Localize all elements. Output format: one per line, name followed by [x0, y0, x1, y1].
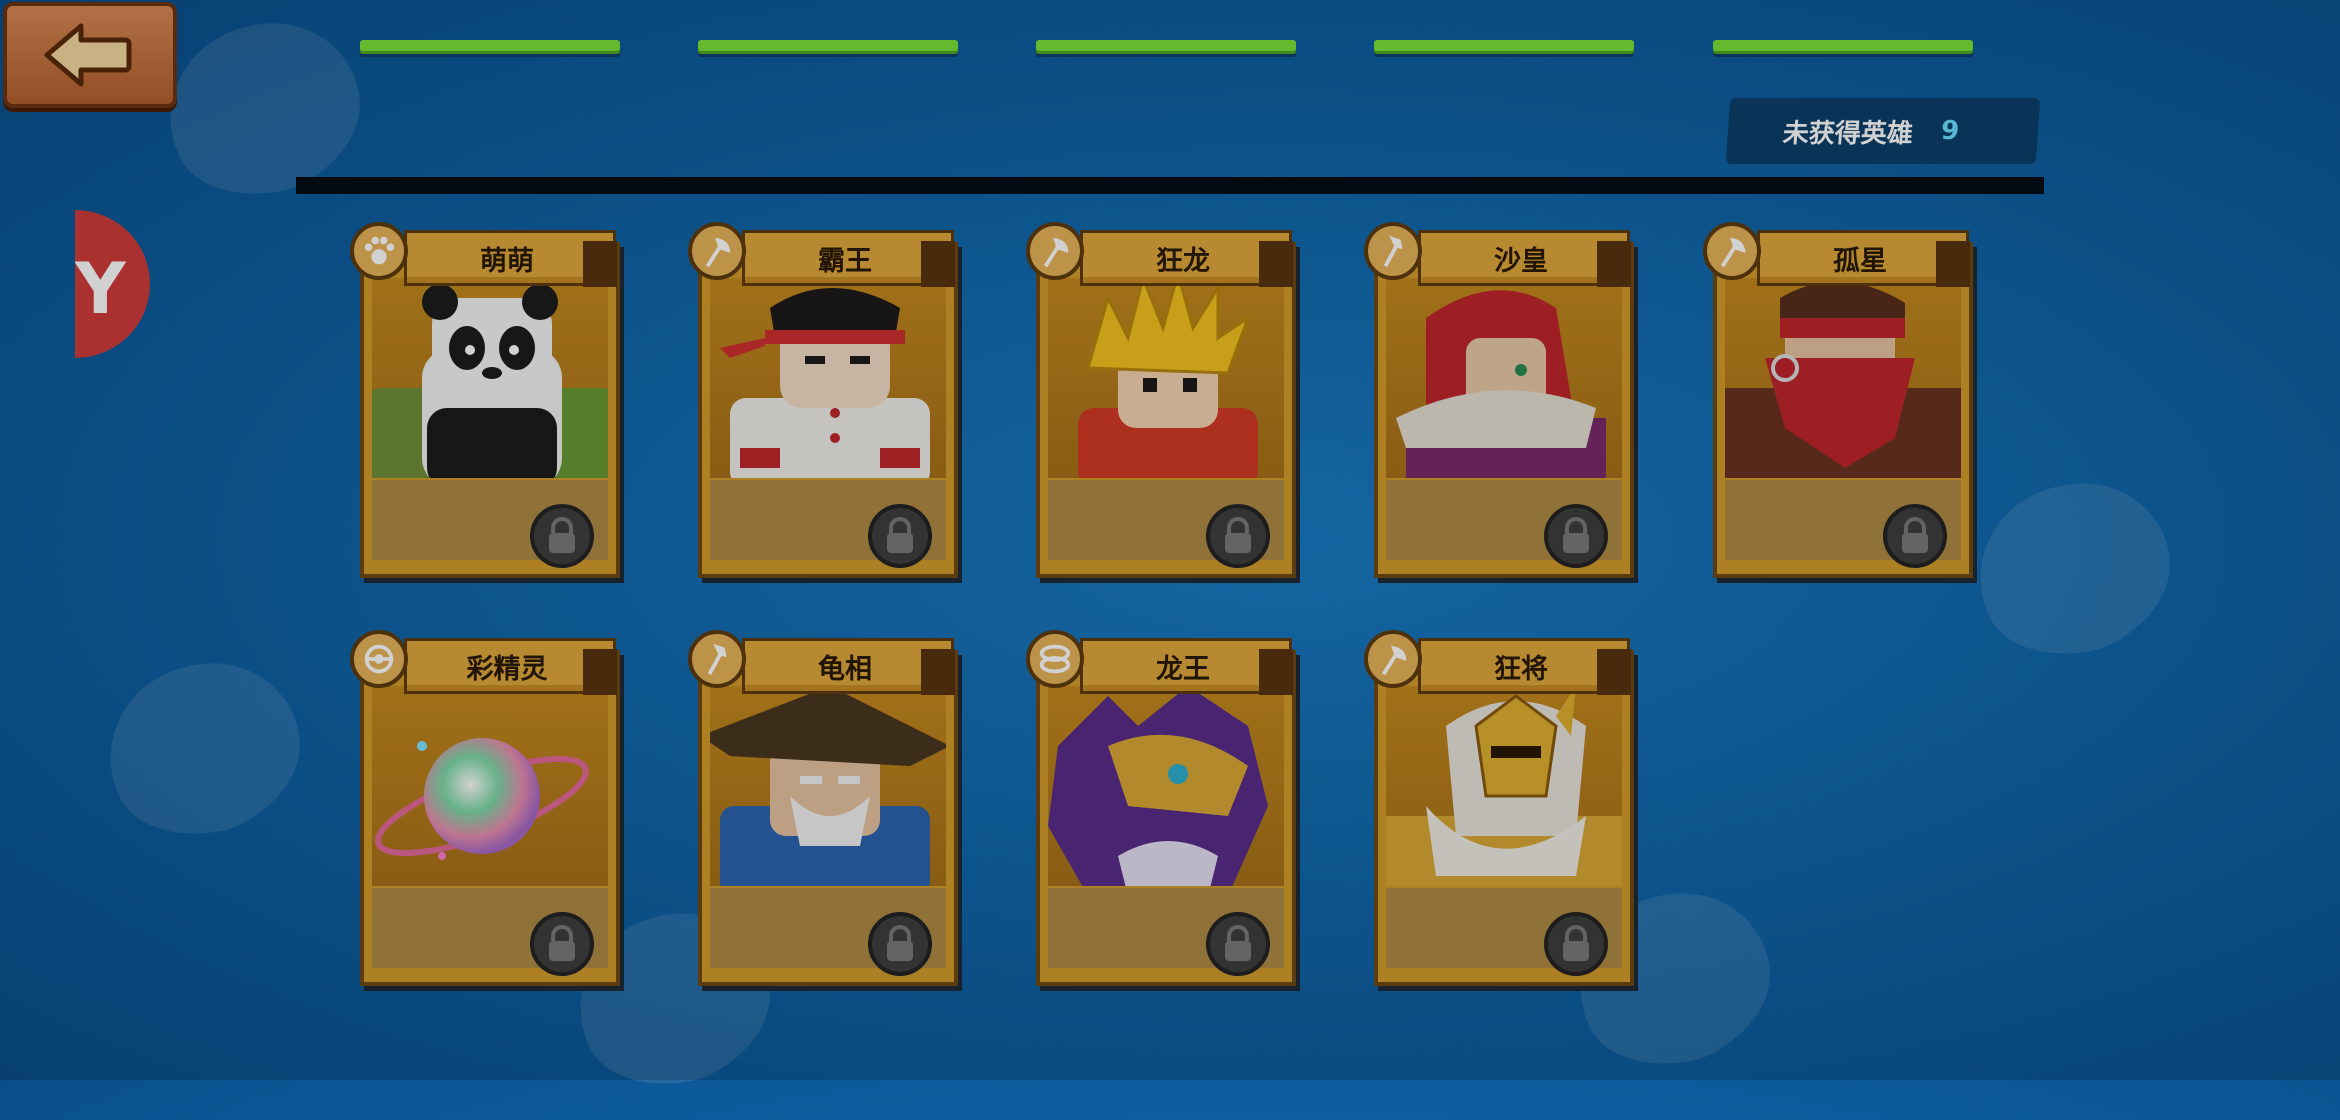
hero-name: 沙皇	[1494, 245, 1548, 277]
y-logo-icon: Y	[75, 248, 126, 330]
lock-icon	[868, 504, 932, 568]
lock-icon	[530, 504, 594, 568]
purple-dragon-portrait	[1048, 686, 1284, 886]
background-emblem	[1939, 443, 2210, 686]
lock-icon	[530, 912, 594, 976]
red-hood-portrait	[1386, 278, 1622, 478]
axe-icon	[1703, 222, 1761, 280]
hero-name: 孤星	[1833, 245, 1887, 277]
ring-icon	[1026, 630, 1084, 688]
straw-hat-elder-portrait	[710, 686, 946, 886]
axe-icon	[1364, 630, 1422, 688]
hero-name: 龟相	[818, 653, 872, 685]
hero-card-kuangjiang[interactable]: 狂将	[1364, 630, 1634, 986]
masked-bandit-portrait	[1725, 278, 1961, 478]
hero-name: 狂龙	[1156, 245, 1210, 277]
spiky-hair-portrait	[1048, 278, 1284, 478]
staff-icon	[688, 630, 746, 688]
filter-tab-bar[interactable]	[360, 40, 620, 54]
hero-name: 狂将	[1494, 653, 1548, 685]
back-button[interactable]	[3, 2, 177, 108]
lock-icon	[1544, 912, 1608, 976]
rainbow-orb-portrait	[372, 686, 608, 886]
hero-name: 萌萌	[480, 245, 534, 277]
hero-card-shahuang[interactable]: 沙皇	[1364, 222, 1634, 578]
filter-tab-bar[interactable]	[1713, 40, 1973, 54]
lock-icon	[1206, 504, 1270, 568]
hero-name: 彩精灵	[466, 653, 548, 685]
hero-card-guixiang[interactable]: 龟相	[688, 630, 958, 986]
unowned-heroes-count: 9	[1939, 116, 1961, 146]
hero-card-bawang[interactable]: 霸王	[688, 222, 958, 578]
fighter-portrait	[710, 278, 946, 478]
arrow-left-icon	[44, 23, 132, 87]
hero-card-mengmeng[interactable]: 萌萌	[350, 222, 620, 578]
axe-icon	[688, 222, 746, 280]
hero-card-guxing[interactable]: 孤星	[1703, 222, 1973, 578]
unowned-heroes-label: 未获得英雄	[1781, 118, 1914, 149]
hero-card-kuanglong[interactable]: 狂龙	[1026, 222, 1296, 578]
section-divider	[296, 177, 2044, 194]
staff-icon	[1364, 222, 1422, 280]
orb-icon	[350, 630, 408, 688]
filter-tab-bar[interactable]	[698, 40, 958, 54]
lock-icon	[1544, 504, 1608, 568]
paw-icon	[350, 222, 408, 280]
lock-icon	[1206, 912, 1270, 976]
filter-tab-bar[interactable]	[1036, 40, 1296, 54]
lock-icon	[868, 912, 932, 976]
background-emblem	[69, 623, 340, 866]
hero-name: 龙王	[1156, 653, 1210, 685]
lock-icon	[1883, 504, 1947, 568]
hero-card-longwang[interactable]: 龙王	[1026, 630, 1296, 986]
gold-knight-portrait	[1386, 686, 1622, 886]
side-tab-button[interactable]: Y	[75, 210, 150, 358]
axe-icon	[1026, 222, 1084, 280]
filter-tab-bar[interactable]	[1374, 40, 1634, 54]
hero-name: 霸王	[818, 245, 872, 277]
panda-portrait	[372, 278, 608, 478]
unowned-heroes-panel: 未获得英雄 9	[1725, 98, 2041, 164]
hero-card-caijingling[interactable]: 彩精灵	[350, 630, 620, 986]
